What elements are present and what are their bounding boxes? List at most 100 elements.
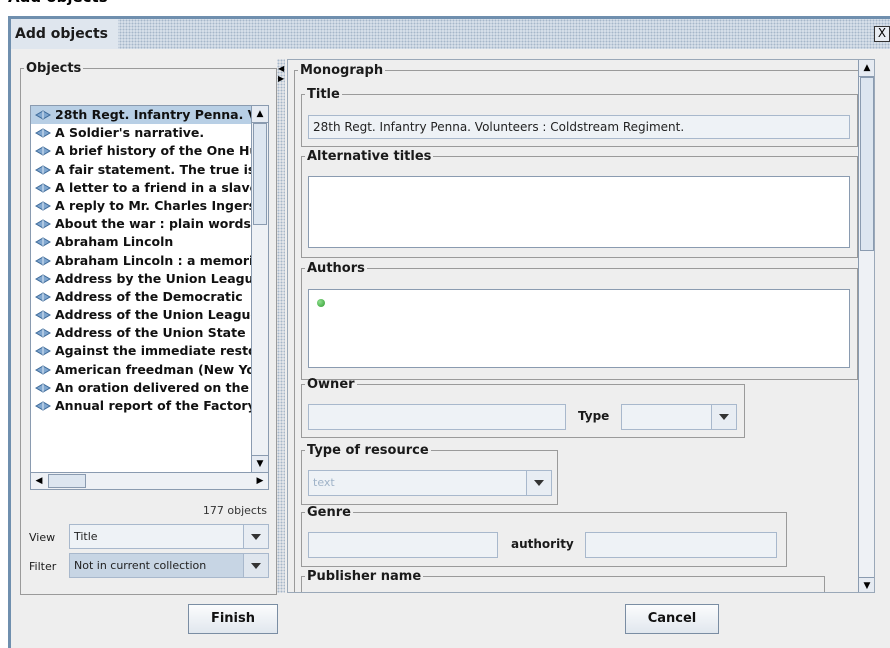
- previous-window-title-cut: Add objects: [8, 0, 108, 6]
- list-item-label: American freedman (New York): [55, 361, 251, 377]
- genre-authority-label: authority: [511, 537, 574, 551]
- book-icon: [34, 143, 52, 156]
- split-pane-divider[interactable]: ◀ ▶: [277, 59, 285, 593]
- alternative-titles-field[interactable]: [308, 176, 850, 248]
- collapse-right-arrow-icon[interactable]: ▶: [278, 74, 284, 83]
- list-item-label: A letter to a friend in a slave state: [55, 179, 251, 195]
- list-item[interactable]: Address by the Union League: [31, 270, 251, 288]
- detail-vertical-scrollbar[interactable]: ▲ ▼: [858, 60, 874, 592]
- publisher-group: Publisher name: [301, 569, 825, 592]
- list-item[interactable]: Annual report of the Factory: [31, 397, 251, 415]
- chevron-down-icon[interactable]: [711, 405, 736, 429]
- objects-list[interactable]: 28th Regt. Infantry Penna. Volunteers A S…: [30, 105, 252, 473]
- objects-legend: Objects: [26, 61, 82, 76]
- list-item[interactable]: 28th Regt. Infantry Penna. Volunteers: [31, 106, 251, 125]
- chevron-down-icon[interactable]: [526, 471, 551, 495]
- list-item-label: 28th Regt. Infantry Penna. Volunteers: [55, 107, 251, 122]
- book-icon: [34, 253, 52, 266]
- list-item[interactable]: A reply to Mr. Charles Ingersoll: [31, 197, 251, 215]
- book-icon: [34, 216, 52, 229]
- genre-authority-field[interactable]: [585, 532, 777, 558]
- filter-label: Filter: [29, 560, 57, 573]
- scroll-left-arrow-icon[interactable]: ◀: [31, 473, 47, 489]
- book-icon: [34, 289, 52, 302]
- book-icon: [34, 180, 52, 193]
- list-item[interactable]: Address of the Democratic: [31, 288, 251, 306]
- monograph-legend: Monograph: [300, 63, 384, 78]
- dialog-titlebar[interactable]: Add objects X: [11, 19, 890, 49]
- list-item-label: Abraham Lincoln: [55, 234, 174, 250]
- close-icon[interactable]: X: [874, 26, 890, 42]
- title-field[interactable]: 28th Regt. Infantry Penna. Volunteers : …: [308, 115, 850, 139]
- authors-list[interactable]: [308, 289, 850, 368]
- list-item[interactable]: A brief history of the One Hundred: [31, 142, 251, 160]
- title-legend: Title: [307, 87, 340, 102]
- book-icon: [34, 234, 52, 247]
- detail-scroll-area: Monograph Title 28th Regt. Infantry Penn…: [287, 59, 875, 593]
- list-item[interactable]: An oration delivered on the: [31, 379, 251, 397]
- publisher-legend: Publisher name: [307, 569, 422, 584]
- filter-select[interactable]: Not in current collection: [69, 553, 269, 578]
- type-of-resource-select[interactable]: text: [308, 470, 552, 496]
- genre-legend: Genre: [307, 505, 351, 520]
- scroll-down-arrow-icon[interactable]: ▼: [859, 577, 874, 592]
- list-item[interactable]: American freedman (New York): [31, 361, 251, 379]
- cancel-button[interactable]: Cancel: [625, 604, 719, 634]
- list-item-label: A Soldier's narrative.: [55, 125, 205, 141]
- list-item[interactable]: About the war : plain words: [31, 215, 251, 233]
- list-item[interactable]: A Soldier's narrative.: [31, 124, 251, 142]
- list-item-label: A reply to Mr. Charles Ingersoll: [55, 197, 251, 213]
- detail-scroll-thumb[interactable]: [860, 77, 874, 251]
- authors-legend: Authors: [307, 261, 365, 276]
- chevron-down-icon[interactable]: [243, 554, 268, 577]
- list-item-label: A fair statement. The true issue: [55, 161, 251, 177]
- book-icon: [34, 343, 52, 357]
- book-icon: [34, 198, 52, 211]
- view-select-value: Title: [74, 530, 98, 543]
- owner-type-select[interactable]: [621, 404, 737, 430]
- owner-field[interactable]: [308, 404, 566, 430]
- horizontal-scroll-thumb[interactable]: [48, 474, 86, 488]
- scroll-right-arrow-icon[interactable]: ▶: [252, 473, 268, 489]
- list-item[interactable]: A fair statement. The true issue: [31, 161, 251, 179]
- type-of-resource-legend: Type of resource: [307, 443, 429, 458]
- scroll-up-arrow-icon[interactable]: ▲: [859, 60, 874, 77]
- list-item[interactable]: Abraham Lincoln : a memorial: [31, 252, 251, 270]
- owner-legend: Owner: [307, 377, 355, 392]
- window-top-strip: Add objects: [0, 0, 890, 16]
- list-item[interactable]: Address of the Union League: [31, 306, 251, 324]
- list-item-label: A brief history of the One Hundred: [55, 143, 251, 159]
- list-item[interactable]: A letter to a friend in a slave state: [31, 179, 251, 197]
- list-item-label: An oration delivered on the: [55, 379, 249, 395]
- scroll-thumb[interactable]: [253, 123, 267, 225]
- scroll-up-arrow-icon[interactable]: ▲: [252, 106, 268, 123]
- list-item-label: Address by the Union League: [55, 270, 251, 286]
- list-item-label: Against the immediate restoration: [55, 343, 251, 359]
- book-icon: [34, 162, 52, 175]
- chevron-down-icon[interactable]: [243, 525, 268, 548]
- view-label: View: [29, 531, 56, 544]
- list-item-label: Annual report of the Factory: [55, 398, 251, 413]
- scroll-down-arrow-icon[interactable]: ▼: [252, 455, 268, 472]
- status-dot-icon: [317, 299, 325, 307]
- type-of-resource-value: text: [313, 476, 335, 489]
- list-item[interactable]: Abraham Lincoln: [31, 233, 251, 251]
- list-item[interactable]: Address of the Union State: [31, 324, 251, 342]
- genre-field[interactable]: [308, 532, 498, 558]
- objects-list-horizontal-scrollbar[interactable]: ◀ ▶: [30, 472, 269, 490]
- book-icon: [34, 271, 52, 284]
- book-icon: [34, 325, 52, 338]
- collapse-left-arrow-icon[interactable]: ◀: [278, 64, 284, 73]
- book-icon: [34, 398, 52, 411]
- list-item-label: Address of the Union State: [55, 325, 246, 341]
- finish-button[interactable]: Finish: [188, 604, 278, 634]
- objects-list-vertical-scrollbar[interactable]: ▲ ▼: [251, 105, 269, 473]
- object-count: 177 objects: [202, 504, 267, 517]
- list-item-label: Address of the Union League: [55, 307, 251, 323]
- list-item-label: Abraham Lincoln : a memorial: [55, 252, 251, 268]
- view-select[interactable]: Title: [69, 524, 269, 549]
- list-item[interactable]: Against the immediate restoration: [31, 342, 251, 360]
- owner-type-label: Type: [578, 409, 610, 423]
- book-icon: [34, 125, 52, 138]
- list-item-label: About the war : plain words: [55, 216, 251, 232]
